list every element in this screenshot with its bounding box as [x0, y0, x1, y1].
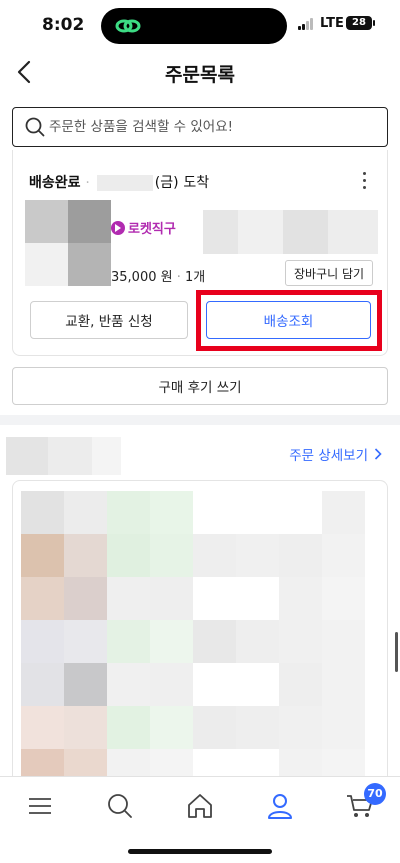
search-icon	[25, 117, 45, 137]
blur-tile	[193, 706, 236, 749]
blur-tile	[193, 491, 236, 534]
blur-tile	[21, 706, 64, 749]
rocket-icon	[111, 220, 125, 235]
menu-icon[interactable]	[25, 791, 55, 821]
blur-tile	[236, 577, 279, 620]
blur-tile	[150, 577, 193, 620]
blur-tile	[21, 491, 64, 534]
signal-icon	[298, 18, 316, 30]
blur-tile	[21, 577, 64, 620]
blur-tile	[279, 620, 322, 663]
blur-tile	[64, 620, 107, 663]
chevron-right-icon	[374, 448, 382, 460]
blur-tile	[279, 663, 322, 706]
quantity: 1개	[185, 270, 206, 285]
exchange-return-button[interactable]: 교환, 반품 신청	[30, 301, 188, 339]
arrival-label: 도착	[183, 175, 210, 191]
search-box[interactable]	[12, 107, 388, 147]
write-review-button[interactable]: 구매 후기 쓰기	[12, 367, 388, 405]
blur-tile	[107, 706, 150, 749]
product-image[interactable]	[25, 200, 111, 286]
blur-tile	[236, 706, 279, 749]
blur-tile	[107, 577, 150, 620]
arrival-day: (금)	[154, 175, 179, 191]
blur-tile	[322, 663, 365, 706]
blur-tile	[193, 534, 236, 577]
blur-tile	[150, 620, 193, 663]
home-icon[interactable]	[185, 791, 215, 821]
blur-tile	[107, 534, 150, 577]
search-input[interactable]	[49, 114, 379, 140]
blur-tile	[150, 491, 193, 534]
page-header: 주문목록	[0, 50, 400, 100]
blur-tile	[236, 663, 279, 706]
badge-label: 로켓직구	[128, 222, 176, 237]
blur-tile	[279, 491, 322, 534]
clock: 8:02	[42, 15, 85, 35]
link-app-icon	[115, 19, 141, 33]
section-divider	[0, 415, 400, 425]
blur-tile	[21, 620, 64, 663]
blur-tile	[193, 620, 236, 663]
home-indicator	[128, 849, 272, 854]
blur-tile	[193, 663, 236, 706]
blur-tile	[21, 534, 64, 577]
blur-tile	[150, 663, 193, 706]
blur-tile	[107, 663, 150, 706]
blur-tile	[64, 663, 107, 706]
blur-tile	[64, 577, 107, 620]
blur-tile	[107, 620, 150, 663]
scrollbar[interactable]	[395, 632, 398, 672]
blur-tile	[322, 706, 365, 749]
blur-tile	[150, 534, 193, 577]
blur-tile	[322, 534, 365, 577]
my-page-icon[interactable]	[265, 791, 295, 821]
blur-tile	[322, 491, 365, 534]
blur-tile	[279, 577, 322, 620]
order-card: 배송완료 · (금) 도착 로켓직구 35,000 원 · 1개 장바구니 담기…	[12, 150, 388, 356]
blur-tile	[279, 706, 322, 749]
blur-tile	[64, 706, 107, 749]
dynamic-island	[101, 8, 287, 44]
bottom-nav: 70	[0, 776, 400, 863]
price: 35,000 원	[111, 270, 173, 285]
status-separator: ·	[85, 175, 90, 191]
blur-tile	[236, 620, 279, 663]
blur-tile	[279, 534, 322, 577]
status-label: 배송완료	[29, 175, 81, 191]
search-nav-icon[interactable]	[105, 791, 135, 821]
blur-tile	[150, 706, 193, 749]
battery-icon: 28	[346, 16, 375, 30]
blurred-date	[96, 175, 153, 191]
status-bar: 8:02 LTE 28	[0, 0, 400, 50]
blur-tile	[322, 620, 365, 663]
cart-count-badge: 70	[364, 783, 386, 805]
blurred-product-name[interactable]	[203, 210, 378, 254]
blur-tile	[236, 491, 279, 534]
blurred-order-date	[6, 437, 121, 475]
price-qty: 35,000 원 · 1개	[111, 266, 205, 285]
blur-tile	[64, 491, 107, 534]
network-label: LTE	[320, 16, 344, 31]
blur-tile	[193, 577, 236, 620]
order-detail-link[interactable]: 주문 상세보기	[289, 444, 382, 464]
blur-tile	[64, 534, 107, 577]
add-to-cart-button[interactable]: 장바구니 담기	[285, 260, 373, 286]
order-card-blurred	[12, 480, 388, 790]
track-delivery-button[interactable]: 배송조회	[206, 301, 371, 339]
rocket-direct-badge: 로켓직구	[111, 218, 176, 237]
qty-separator: ·	[176, 270, 181, 285]
blur-tile	[107, 491, 150, 534]
order-detail-label: 주문 상세보기	[289, 448, 368, 464]
page-title: 주문목록	[165, 64, 235, 86]
more-options-icon[interactable]	[361, 172, 367, 190]
delivery-status: 배송완료 · (금) 도착	[29, 172, 209, 192]
blur-tile	[236, 534, 279, 577]
blur-tile	[322, 577, 365, 620]
blur-tile	[21, 663, 64, 706]
